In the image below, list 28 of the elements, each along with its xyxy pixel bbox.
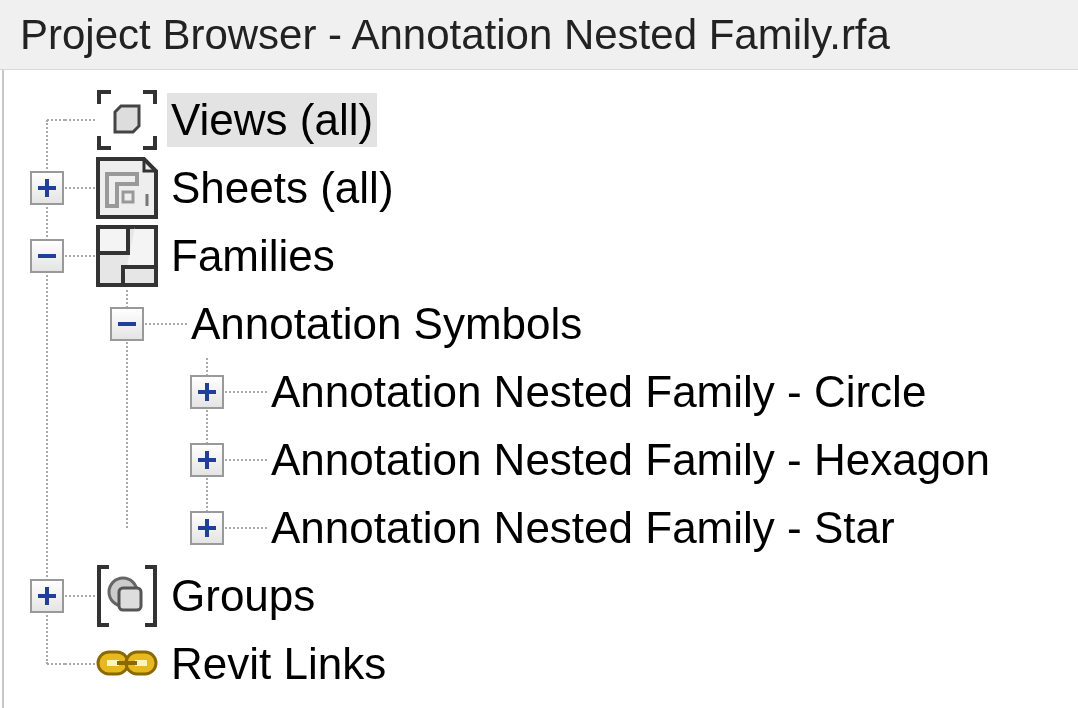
plus-icon — [197, 382, 217, 402]
tree-item[interactable]: Annotation Symbols — [187, 297, 587, 351]
tree-item[interactable]: Annotation Nested Family - Star — [267, 501, 899, 555]
panel-title: Project Browser - Annotation Nested Family.rfa — [20, 10, 890, 60]
expand-button[interactable] — [190, 443, 224, 477]
tree-item[interactable]: Sheets (all) — [167, 161, 398, 215]
collapse-button[interactable] — [110, 307, 144, 341]
sheet-icon — [95, 156, 159, 220]
tree-item[interactable]: Annotation Nested Family - Hexagon — [267, 433, 995, 487]
plus-icon — [37, 178, 57, 198]
expand-button[interactable] — [190, 375, 224, 409]
expand-button[interactable] — [30, 171, 64, 205]
tree-item[interactable]: Annotation Nested Family - Circle — [267, 365, 931, 419]
collapse-button[interactable] — [30, 239, 64, 273]
expand-button[interactable] — [190, 511, 224, 545]
views-icon — [95, 88, 159, 152]
tree-item[interactable]: Families — [167, 229, 339, 283]
plus-icon — [197, 450, 217, 470]
tree-item[interactable]: Groups — [167, 569, 320, 623]
plus-icon — [197, 518, 217, 538]
tree-item[interactable]: Revit Links — [167, 637, 391, 691]
minus-icon — [38, 254, 56, 258]
expand-button[interactable] — [30, 579, 64, 613]
minus-icon — [118, 322, 136, 326]
family-icon — [95, 224, 159, 288]
group-icon — [95, 564, 159, 628]
tree-item[interactable]: Views (all) — [167, 93, 378, 147]
plus-icon — [37, 586, 57, 606]
